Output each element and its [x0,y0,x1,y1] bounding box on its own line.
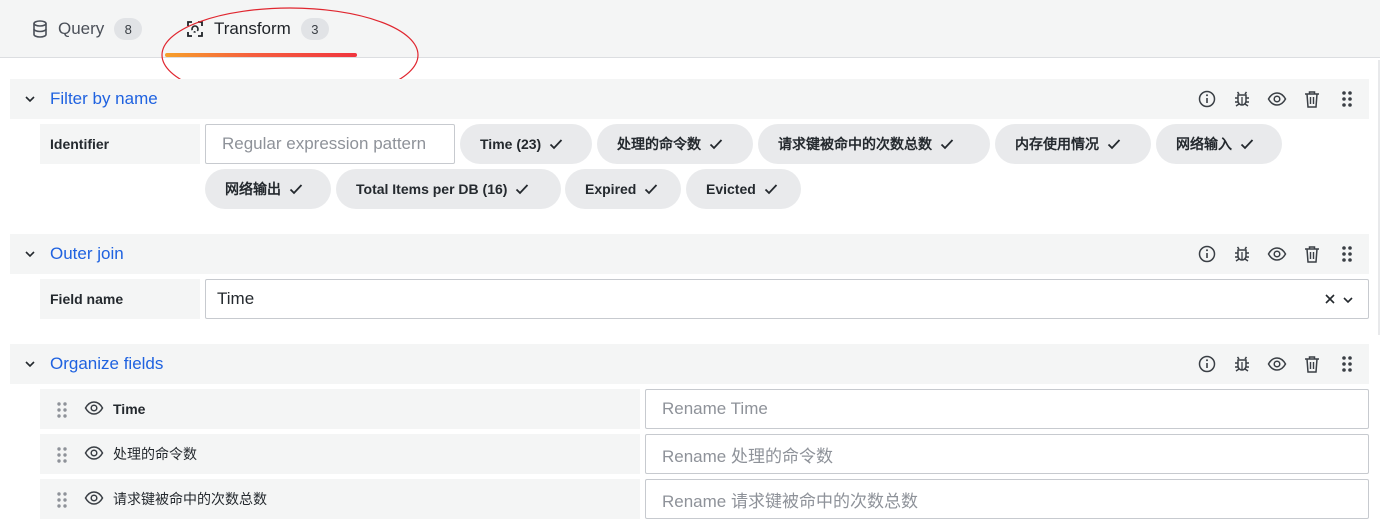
eye-icon[interactable] [1267,89,1287,109]
trash-icon[interactable] [1302,354,1322,374]
section-actions [1197,354,1357,374]
check-icon [289,183,303,195]
field-name: 处理的命令数 [113,446,197,462]
field-name: Time [113,401,146,417]
drag-handle-icon[interactable] [1337,89,1357,109]
check-icon [515,183,529,195]
organize-fields-title[interactable]: Organize fields [50,344,163,384]
drag-handle-icon[interactable] [1337,244,1357,264]
rename-field-input[interactable]: Rename 请求键被命中的次数总数 [645,479,1369,519]
close-icon[interactable] [1324,292,1336,310]
drag-handle-icon[interactable] [1337,354,1357,374]
info-icon[interactable] [1197,354,1217,374]
drag-handle-icon[interactable] [56,401,68,424]
organize-field-row[interactable]: 处理的命令数 [40,434,640,474]
tab-query[interactable]: Query 8 [32,0,143,58]
field-pill-net-output[interactable]: 网络输出 [205,169,331,209]
organize-field-row[interactable]: 请求键被命中的次数总数 [40,479,640,519]
field-name: 请求键被命中的次数总数 [113,491,267,507]
identifier-label: Identifier [40,124,200,164]
filter-by-name-title[interactable]: Filter by name [50,79,158,119]
field-pill-commands[interactable]: 处理的命令数 [597,124,753,164]
chevron-down-icon[interactable] [24,247,36,265]
filter-by-name-header[interactable]: Filter by name [10,79,1369,119]
tab-query-count-badge: 8 [114,18,143,40]
check-icon [644,183,658,195]
field-name-select[interactable]: Time [205,279,1369,319]
field-pill-key-hits[interactable]: 请求键被命中的次数总数 [758,124,990,164]
check-icon [549,138,563,150]
organize-fields-header[interactable]: Organize fields [10,344,1369,384]
tab-transform-count-badge: 3 [300,18,329,40]
organize-field-row[interactable]: Time [40,389,640,429]
field-pill-net-input[interactable]: 网络输入 [1156,124,1282,164]
check-icon [764,183,778,195]
field-pill-memory[interactable]: 内存使用情况 [995,124,1151,164]
tab-bar: Query 8 Transform 3 [0,0,1380,58]
info-icon[interactable] [1197,89,1217,109]
trash-icon[interactable] [1302,244,1322,264]
info-icon[interactable] [1197,244,1217,264]
chevron-down-icon[interactable] [24,92,36,110]
field-pill-evicted[interactable]: Evicted [686,169,801,209]
eye-icon[interactable] [84,491,104,510]
debug-icon[interactable] [1232,89,1252,109]
outer-join-title[interactable]: Outer join [50,234,124,274]
check-icon [1240,138,1254,150]
rename-field-input[interactable]: Rename Time [645,389,1369,429]
check-icon [1107,138,1121,150]
active-tab-indicator [165,53,357,57]
tab-transform-label: Transform [214,19,291,38]
field-pill-expired[interactable]: Expired [565,169,681,209]
trash-icon[interactable] [1302,89,1322,109]
field-name-value: Time [217,289,255,308]
eye-icon[interactable] [1267,244,1287,264]
chevron-down-icon[interactable] [24,357,36,375]
transform-icon [186,20,204,38]
section-actions [1197,89,1357,109]
debug-icon[interactable] [1232,244,1252,264]
tab-query-label: Query [58,19,105,38]
check-icon [709,138,723,150]
field-pill-total-items[interactable]: Total Items per DB (16) [336,169,561,209]
field-pill-time[interactable]: Time (23) [460,124,592,164]
section-actions [1197,244,1357,264]
check-icon [940,138,954,150]
eye-icon[interactable] [84,401,104,420]
rename-field-input[interactable]: Rename 处理的命令数 [645,434,1369,474]
database-icon [32,20,48,38]
drag-handle-icon[interactable] [56,491,68,514]
field-name-label: Field name [40,279,200,319]
debug-icon[interactable] [1232,354,1252,374]
drag-handle-icon[interactable] [56,446,68,469]
chevron-down-icon[interactable] [1342,293,1354,311]
eye-icon[interactable] [84,446,104,465]
tab-transform[interactable]: Transform 3 [186,0,329,58]
eye-icon[interactable] [1267,354,1287,374]
outer-join-header[interactable]: Outer join [10,234,1369,274]
regex-pattern-input[interactable]: Regular expression pattern [205,124,455,164]
